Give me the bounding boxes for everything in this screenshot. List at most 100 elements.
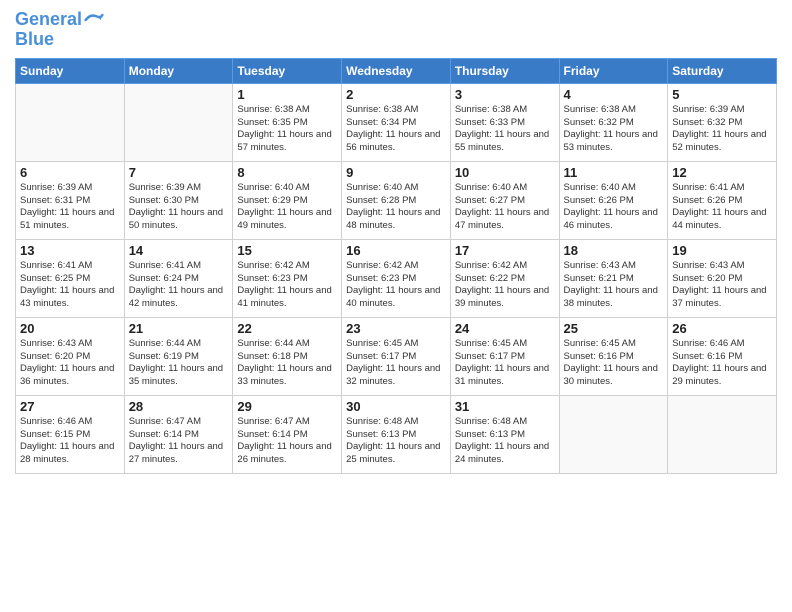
calendar-table: SundayMondayTuesdayWednesdayThursdayFrid… xyxy=(15,58,777,474)
cell-info: Sunrise: 6:45 AM Sunset: 6:17 PM Dayligh… xyxy=(346,338,446,389)
day-number: 30 xyxy=(346,399,446,414)
cell-info: Sunrise: 6:46 AM Sunset: 6:15 PM Dayligh… xyxy=(20,416,120,467)
weekday-header-friday: Friday xyxy=(559,58,668,83)
calendar-cell: 22Sunrise: 6:44 AM Sunset: 6:18 PM Dayli… xyxy=(233,317,342,395)
page: General Blue SundayMondayTuesdayWednesda… xyxy=(0,0,792,612)
day-number: 15 xyxy=(237,243,337,258)
day-number: 2 xyxy=(346,87,446,102)
day-number: 18 xyxy=(564,243,664,258)
cell-info: Sunrise: 6:47 AM Sunset: 6:14 PM Dayligh… xyxy=(129,416,229,467)
cell-info: Sunrise: 6:38 AM Sunset: 6:34 PM Dayligh… xyxy=(346,104,446,155)
calendar-cell xyxy=(124,83,233,161)
calendar-cell: 14Sunrise: 6:41 AM Sunset: 6:24 PM Dayli… xyxy=(124,239,233,317)
weekday-header-tuesday: Tuesday xyxy=(233,58,342,83)
calendar-cell: 15 Sunrise: 6:42 AM Sunset: 6:23 PM Dayli… xyxy=(233,239,342,317)
calendar-cell: 8 Sunrise: 6:40 AM Sunset: 6:29 PM Daylig… xyxy=(233,161,342,239)
calendar-cell xyxy=(668,395,777,473)
cell-info: Sunrise: 6:41 AM Sunset: 6:24 PM Dayligh… xyxy=(129,260,229,311)
week-row-2: 6Sunrise: 6:39 AM Sunset: 6:31 PM Daylig… xyxy=(16,161,777,239)
calendar-cell: 26 Sunrise: 6:46 AM Sunset: 6:16 PM Dayli… xyxy=(668,317,777,395)
cell-info: Sunrise: 6:40 AM Sunset: 6:28 PM Dayligh… xyxy=(346,182,446,233)
day-number: 23 xyxy=(346,321,446,336)
calendar-cell: 13 Sunrise: 6:41 AM Sunset: 6:25 PM Dayli… xyxy=(16,239,125,317)
calendar-cell: 3 Sunrise: 6:38 AM Sunset: 6:33 PM Daylig… xyxy=(450,83,559,161)
day-number: 9 xyxy=(346,165,446,180)
calendar-cell: 17 Sunrise: 6:42 AM Sunset: 6:22 PM Dayli… xyxy=(450,239,559,317)
cell-info: Sunrise: 6:41 AM Sunset: 6:25 PM Dayligh… xyxy=(20,260,120,311)
cell-info: Sunrise: 6:38 AM Sunset: 6:33 PM Dayligh… xyxy=(455,104,555,155)
weekday-header-monday: Monday xyxy=(124,58,233,83)
calendar-cell: 12 Sunrise: 6:41 AM Sunset: 6:26 PM Dayli… xyxy=(668,161,777,239)
calendar-cell: 28Sunrise: 6:47 AM Sunset: 6:14 PM Dayli… xyxy=(124,395,233,473)
day-number: 20 xyxy=(20,321,120,336)
calendar-cell: 25 Sunrise: 6:45 AM Sunset: 6:16 PM Dayli… xyxy=(559,317,668,395)
cell-info: Sunrise: 6:43 AM Sunset: 6:20 PM Dayligh… xyxy=(672,260,772,311)
calendar-cell: 30 Sunrise: 6:48 AM Sunset: 6:13 PM Dayli… xyxy=(342,395,451,473)
day-number: 26 xyxy=(672,321,772,336)
cell-info: Sunrise: 6:39 AM Sunset: 6:30 PM Dayligh… xyxy=(129,182,229,233)
day-number: 19 xyxy=(672,243,772,258)
calendar-cell: 31 Sunrise: 6:48 AM Sunset: 6:13 PM Dayli… xyxy=(450,395,559,473)
day-number: 5 xyxy=(672,87,772,102)
week-row-1: 1 Sunrise: 6:38 AM Sunset: 6:35 PM Daylig… xyxy=(16,83,777,161)
calendar-cell: 2 Sunrise: 6:38 AM Sunset: 6:34 PM Daylig… xyxy=(342,83,451,161)
cell-info: Sunrise: 6:48 AM Sunset: 6:13 PM Dayligh… xyxy=(346,416,446,467)
day-number: 24 xyxy=(455,321,555,336)
cell-info: Sunrise: 6:46 AM Sunset: 6:16 PM Dayligh… xyxy=(672,338,772,389)
week-row-4: 20 Sunrise: 6:43 AM Sunset: 6:20 PM Dayli… xyxy=(16,317,777,395)
calendar-cell: 24 Sunrise: 6:45 AM Sunset: 6:17 PM Dayli… xyxy=(450,317,559,395)
weekday-header-wednesday: Wednesday xyxy=(342,58,451,83)
day-number: 11 xyxy=(564,165,664,180)
day-number: 17 xyxy=(455,243,555,258)
day-number: 1 xyxy=(237,87,337,102)
calendar-cell: 19 Sunrise: 6:43 AM Sunset: 6:20 PM Dayli… xyxy=(668,239,777,317)
week-row-3: 13 Sunrise: 6:41 AM Sunset: 6:25 PM Dayli… xyxy=(16,239,777,317)
cell-info: Sunrise: 6:38 AM Sunset: 6:32 PM Dayligh… xyxy=(564,104,664,155)
logo-blue: Blue xyxy=(15,30,104,50)
weekday-header-sunday: Sunday xyxy=(16,58,125,83)
week-row-5: 27 Sunrise: 6:46 AM Sunset: 6:15 PM Dayli… xyxy=(16,395,777,473)
calendar-cell: 16Sunrise: 6:42 AM Sunset: 6:23 PM Dayli… xyxy=(342,239,451,317)
day-number: 31 xyxy=(455,399,555,414)
calendar-cell: 23 Sunrise: 6:45 AM Sunset: 6:17 PM Dayli… xyxy=(342,317,451,395)
cell-info: Sunrise: 6:40 AM Sunset: 6:29 PM Dayligh… xyxy=(237,182,337,233)
day-number: 16 xyxy=(346,243,446,258)
calendar-cell: 6Sunrise: 6:39 AM Sunset: 6:31 PM Daylig… xyxy=(16,161,125,239)
cell-info: Sunrise: 6:48 AM Sunset: 6:13 PM Dayligh… xyxy=(455,416,555,467)
cell-info: Sunrise: 6:44 AM Sunset: 6:19 PM Dayligh… xyxy=(129,338,229,389)
calendar-cell: 7Sunrise: 6:39 AM Sunset: 6:30 PM Daylig… xyxy=(124,161,233,239)
day-number: 4 xyxy=(564,87,664,102)
day-number: 10 xyxy=(455,165,555,180)
day-number: 12 xyxy=(672,165,772,180)
calendar-cell: 11Sunrise: 6:40 AM Sunset: 6:26 PM Dayli… xyxy=(559,161,668,239)
day-number: 8 xyxy=(237,165,337,180)
calendar-cell: 10 Sunrise: 6:40 AM Sunset: 6:27 PM Dayli… xyxy=(450,161,559,239)
cell-info: Sunrise: 6:38 AM Sunset: 6:35 PM Dayligh… xyxy=(237,104,337,155)
cell-info: Sunrise: 6:40 AM Sunset: 6:27 PM Dayligh… xyxy=(455,182,555,233)
calendar-cell: 29Sunrise: 6:47 AM Sunset: 6:14 PM Dayli… xyxy=(233,395,342,473)
day-number: 27 xyxy=(20,399,120,414)
header: General Blue xyxy=(15,10,777,50)
weekday-header-thursday: Thursday xyxy=(450,58,559,83)
cell-info: Sunrise: 6:45 AM Sunset: 6:16 PM Dayligh… xyxy=(564,338,664,389)
weekday-header-saturday: Saturday xyxy=(668,58,777,83)
calendar-cell: 20 Sunrise: 6:43 AM Sunset: 6:20 PM Dayli… xyxy=(16,317,125,395)
cell-info: Sunrise: 6:45 AM Sunset: 6:17 PM Dayligh… xyxy=(455,338,555,389)
cell-info: Sunrise: 6:42 AM Sunset: 6:22 PM Dayligh… xyxy=(455,260,555,311)
calendar-cell: 27 Sunrise: 6:46 AM Sunset: 6:15 PM Dayli… xyxy=(16,395,125,473)
cell-info: Sunrise: 6:47 AM Sunset: 6:14 PM Dayligh… xyxy=(237,416,337,467)
calendar-cell: 18 Sunrise: 6:43 AM Sunset: 6:21 PM Dayli… xyxy=(559,239,668,317)
day-number: 6 xyxy=(20,165,120,180)
day-number: 25 xyxy=(564,321,664,336)
cell-info: Sunrise: 6:41 AM Sunset: 6:26 PM Dayligh… xyxy=(672,182,772,233)
logo: General Blue xyxy=(15,10,104,50)
day-number: 22 xyxy=(237,321,337,336)
cell-info: Sunrise: 6:42 AM Sunset: 6:23 PM Dayligh… xyxy=(237,260,337,311)
calendar-cell xyxy=(559,395,668,473)
logo-icon xyxy=(84,10,104,30)
cell-info: Sunrise: 6:43 AM Sunset: 6:20 PM Dayligh… xyxy=(20,338,120,389)
day-number: 3 xyxy=(455,87,555,102)
day-number: 13 xyxy=(20,243,120,258)
cell-info: Sunrise: 6:43 AM Sunset: 6:21 PM Dayligh… xyxy=(564,260,664,311)
calendar-cell xyxy=(16,83,125,161)
